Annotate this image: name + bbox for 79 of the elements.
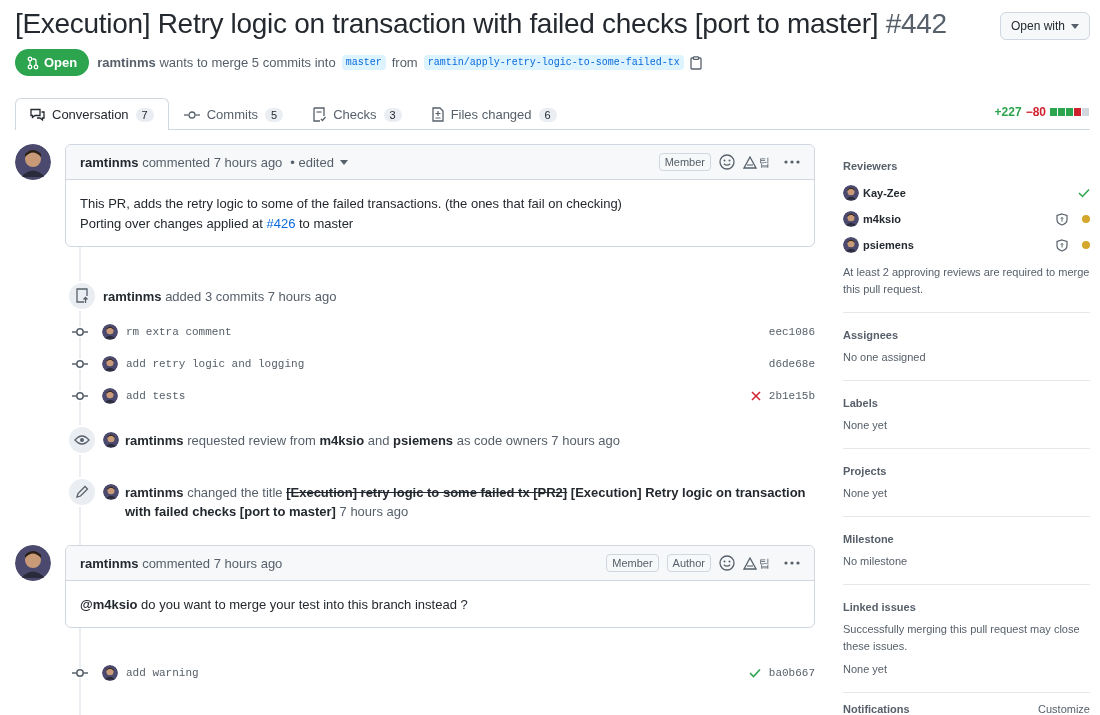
- user-avatar: [843, 185, 859, 201]
- customize-link[interactable]: Customize: [1038, 703, 1090, 715]
- caret-icon: [339, 159, 348, 165]
- commit-message[interactable]: add warning: [126, 667, 199, 679]
- smiley-icon[interactable]: [719, 555, 735, 571]
- reviewer-name[interactable]: Kay-Zee: [863, 187, 906, 199]
- user-avatar: [102, 665, 118, 681]
- more-options-icon[interactable]: [784, 561, 800, 565]
- reviewer-name[interactable]: psiemens: [863, 239, 914, 251]
- checklist-icon: [313, 107, 327, 122]
- reviewers-note: At least 2 approving reviews are required to merge this pull request.: [843, 265, 1090, 297]
- section-title: Assignees: [843, 329, 900, 341]
- tip-label[interactable]: 팁: [759, 555, 770, 571]
- commit-message[interactable]: add tests: [126, 390, 186, 402]
- comment-header: ramtinms commented 7 hours ago: [80, 555, 283, 571]
- reviewer-name[interactable]: m4ksio: [863, 213, 901, 225]
- branch-label[interactable]: ramtin/apply-retry-logic-to-some-failed-tx: [423, 55, 684, 70]
- file-diff-icon: [431, 107, 444, 122]
- section-title: Milestone: [843, 533, 895, 545]
- user-avatar: [102, 324, 118, 340]
- commit-sha[interactable]: 2b1e15b: [768, 390, 815, 402]
- timeline-event-text: ramtinms requested review from m4ksio and psiemens as code owners 7 hours ago: [125, 432, 622, 450]
- commit-sha[interactable]: d6de68e: [768, 358, 815, 370]
- state-badge: Open: [15, 49, 90, 76]
- deletions-count: −80: [1025, 105, 1046, 119]
- user-avatar: [103, 484, 119, 500]
- user-avatar: [103, 432, 119, 448]
- from-label: from: [391, 55, 418, 70]
- section-text: None yet: [843, 486, 889, 501]
- comment-header: ramtinms commented 7 hours ago: [80, 154, 283, 170]
- tip-label[interactable]: 팁: [759, 154, 770, 170]
- section-title: Notifications: [843, 703, 910, 715]
- tab[interactable]: Commits 5: [168, 98, 299, 130]
- timeline-event-text: ramtinms added 3 commits 7 hours ago: [103, 288, 338, 306]
- user-avatar: [843, 237, 859, 253]
- tab[interactable]: Checks 3: [298, 98, 417, 130]
- section-title: Reviewers: [843, 160, 899, 172]
- role-label: Member: [658, 153, 711, 171]
- commit-sha[interactable]: eec1086: [768, 326, 815, 338]
- commit-message[interactable]: add retry logic and logging: [126, 358, 305, 370]
- commit-sha[interactable]: ba0b667: [768, 667, 815, 679]
- smiley-icon[interactable]: [719, 154, 735, 170]
- user-avatar: [102, 356, 118, 372]
- section-title: Projects: [843, 465, 888, 477]
- user-avatar: [15, 144, 51, 180]
- section-text: No one assigned: [843, 350, 927, 365]
- comment-text: This PR, adds the retry logic to some of the failed transactions. (the ones that fail on checking): [80, 195, 623, 213]
- comment-text: Porting over changes applied at #426 to master: [80, 215, 355, 233]
- tab[interactable]: Conversation 7: [15, 98, 169, 130]
- additions-count: +227: [994, 105, 1022, 119]
- user-avatar: [843, 211, 859, 227]
- edited-dropdown[interactable]: • edited: [290, 154, 348, 170]
- user-avatar: [15, 545, 51, 581]
- timeline-event-text: ramtinms changed the title [Execution] retry logic to some failed tx [PR2] [Execution] Retry logic on transaction with failed checks [port to master] 7 hours ago: [125, 484, 807, 521]
- section-text: None yet: [843, 662, 889, 677]
- warning-icon[interactable]: [743, 556, 757, 570]
- comment-text: @m4ksio do you want to merge your test into this branch instead ?: [80, 596, 469, 614]
- diffstat-blocks-icon: [1050, 108, 1090, 116]
- comment-icon: [30, 107, 45, 122]
- open-with-button[interactable]: Open with: [999, 12, 1090, 40]
- clipboard-icon[interactable]: [689, 55, 702, 70]
- section-text: None yet: [843, 418, 889, 433]
- merge-summary: ramtinms wants to merge 5 commits into: [97, 55, 336, 70]
- pull-request-title: [Execution] Retry logic on transaction with failed checks [port to master] #442: [15, 7, 947, 41]
- role-label: Member: [606, 554, 659, 572]
- tab[interactable]: Files changed 6: [416, 98, 572, 130]
- section-text: Successfully merging this pull request may close these issues.: [843, 622, 1081, 654]
- role-label: Author: [666, 554, 711, 572]
- branch-label[interactable]: master: [341, 55, 386, 70]
- more-options-icon[interactable]: [784, 160, 800, 164]
- issue-link[interactable]: #426: [266, 216, 296, 231]
- caret-icon: [1071, 23, 1079, 29]
- warning-icon[interactable]: [743, 155, 757, 169]
- commit-message[interactable]: rm extra comment: [126, 326, 232, 338]
- section-title: Linked issues: [843, 601, 917, 613]
- commit-icon: [183, 109, 200, 120]
- user-avatar: [102, 388, 118, 404]
- section-title: Labels: [843, 397, 879, 409]
- section-text: No milestone: [843, 554, 909, 569]
